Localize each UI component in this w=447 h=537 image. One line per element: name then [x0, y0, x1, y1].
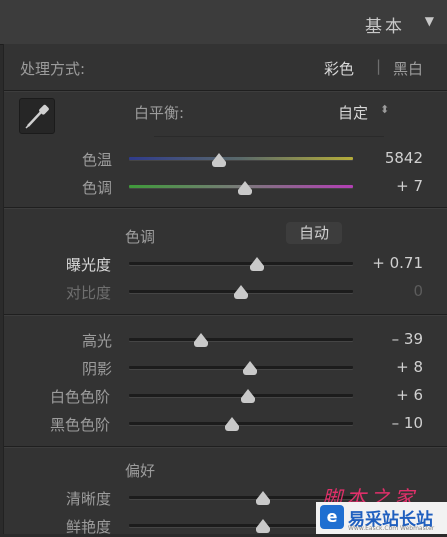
tint-label: 色调: [82, 179, 113, 197]
shadows-label: 阴影: [82, 360, 113, 378]
exposure-value[interactable]: + 0.71: [372, 254, 423, 272]
whites-label: 白色色阶: [50, 388, 111, 406]
eyedropper-button[interactable]: [19, 98, 55, 134]
exposure-slider-track[interactable]: [129, 262, 353, 265]
whites-slider-thumb[interactable]: [240, 389, 255, 403]
contrast-value[interactable]: 0: [413, 282, 423, 300]
shadows-value[interactable]: + 8: [396, 358, 423, 376]
shadows-slider-track[interactable]: [129, 366, 353, 369]
clarity-slider-track[interactable]: [129, 496, 353, 499]
treatment-bw-option[interactable]: 黑白: [393, 58, 423, 79]
temp-label: 色温: [82, 151, 113, 169]
treatment-separator: |: [376, 57, 382, 75]
eyedropper-icon: [25, 104, 49, 129]
shadows-slider-thumb[interactable]: [242, 361, 257, 375]
tint-value[interactable]: + 7: [396, 177, 423, 195]
highlights-slider-track[interactable]: [129, 338, 353, 341]
whites-value[interactable]: + 6: [396, 386, 423, 404]
auto-tone-button[interactable]: 自动: [286, 222, 342, 244]
panel-header[interactable]: 基本 ▼: [0, 0, 447, 45]
highlights-slider-thumb[interactable]: [193, 333, 208, 347]
clarity-label: 清晰度: [66, 490, 112, 508]
treatment-label: 处理方式:: [20, 60, 86, 78]
blacks-slider-track[interactable]: [129, 422, 353, 425]
updown-arrows-icon[interactable]: ⬍: [380, 103, 389, 116]
temp-slider-thumb[interactable]: [211, 153, 226, 167]
clarity-slider-thumb[interactable]: [256, 491, 271, 505]
blacks-label: 黑色色阶: [50, 416, 111, 434]
triangle-down-icon[interactable]: ▼: [425, 14, 434, 28]
tone-section-label: 色调: [125, 228, 156, 246]
blacks-value[interactable]: – 10: [392, 414, 423, 432]
exposure-label: 曝光度: [66, 256, 112, 274]
highlights-label: 高光: [82, 332, 113, 350]
temp-value[interactable]: 5842: [385, 149, 423, 167]
vibrance-slider-thumb[interactable]: [256, 519, 271, 533]
panel-title: 基本: [365, 17, 405, 37]
watermark-logo: e 易采站长站 Www.Easck.Com Webmaster: [316, 502, 447, 534]
white-balance-label: 白平衡:: [134, 104, 185, 122]
temp-slider-track[interactable]: [129, 157, 353, 160]
presence-section-label: 偏好: [125, 462, 156, 480]
tint-slider-thumb[interactable]: [238, 181, 253, 195]
watermark-logo-sub: Www.Easck.Com Webmaster: [348, 525, 435, 532]
wb-underline: [154, 136, 384, 137]
site-logo-icon: e: [320, 505, 344, 529]
divider: [4, 207, 447, 209]
white-balance-preset[interactable]: 自定: [338, 102, 368, 123]
highlights-value[interactable]: – 39: [392, 330, 423, 348]
divider: [4, 90, 447, 92]
divider: [4, 446, 447, 448]
basic-panel: 处理方式: 彩色 | 黑白 白平衡: 自定 ⬍ 色温 5842 色调 + 7 色…: [3, 44, 447, 536]
contrast-label: 对比度: [66, 284, 112, 302]
blacks-slider-thumb[interactable]: [225, 417, 240, 431]
divider: [4, 314, 447, 316]
contrast-slider-thumb[interactable]: [234, 285, 248, 299]
treatment-color-option[interactable]: 彩色: [324, 58, 354, 79]
exposure-slider-thumb[interactable]: [249, 257, 264, 271]
